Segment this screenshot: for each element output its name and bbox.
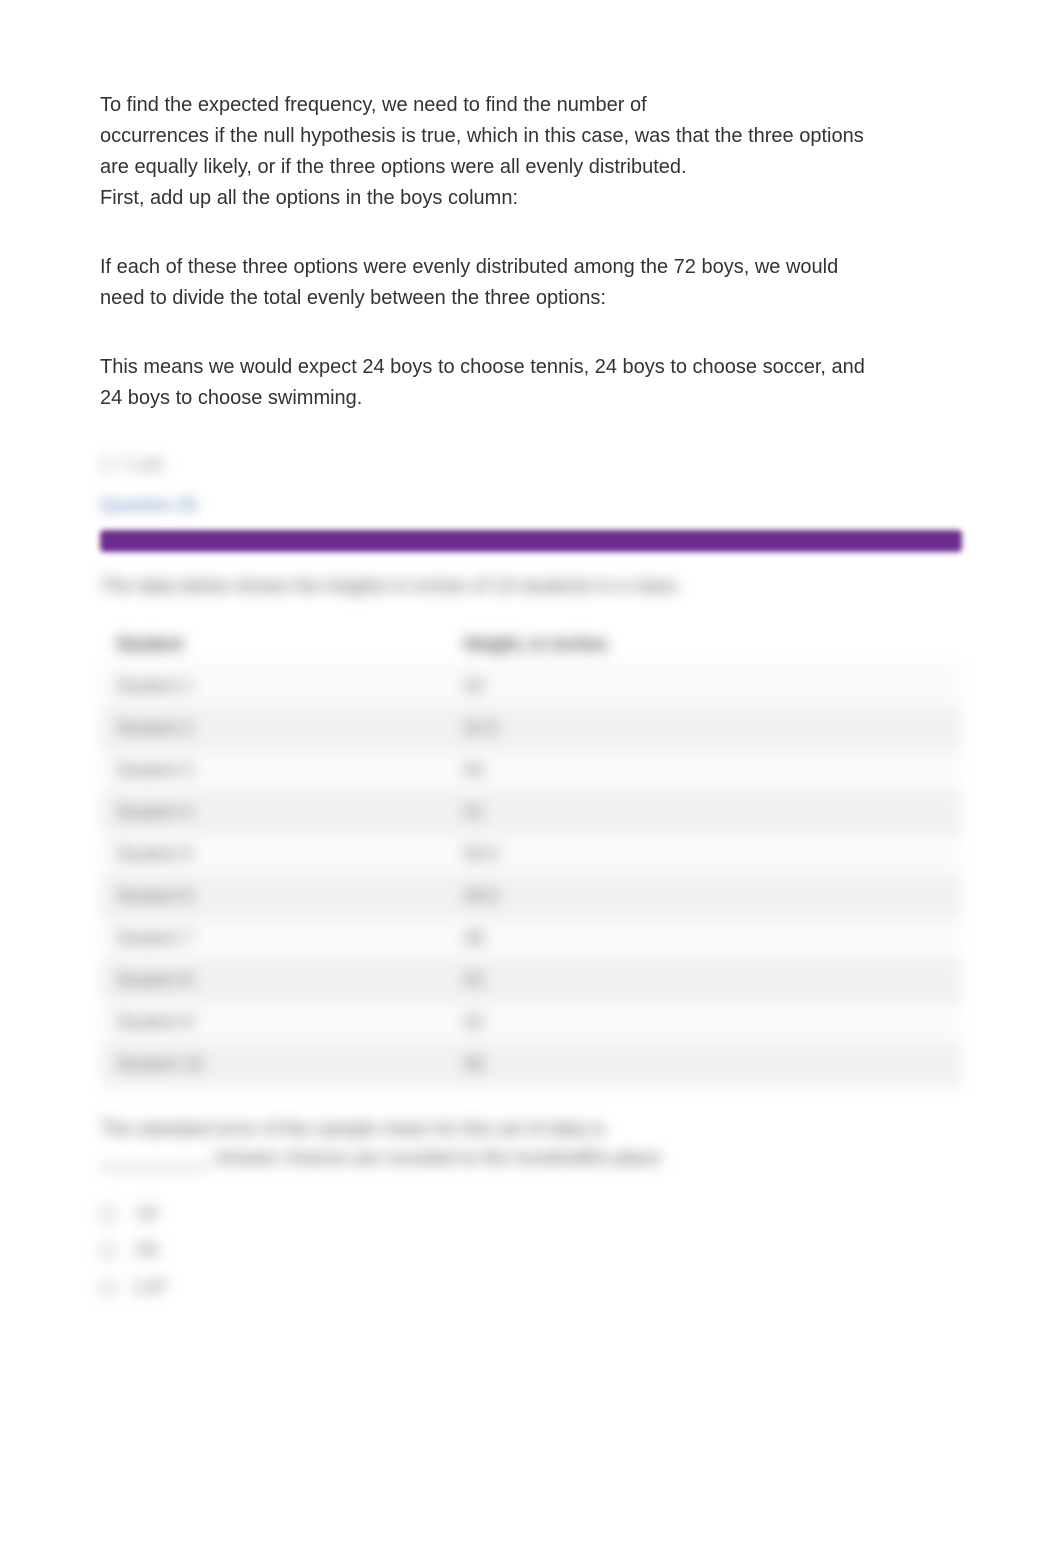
paragraph-1-line-1: To find the expected frequency, we need … <box>100 90 962 121</box>
table-cell: 50 <box>448 1044 962 1086</box>
heights-table: Student Height, in inches Student 153Stu… <box>100 624 962 1086</box>
table-cell: 48 <box>448 918 962 960</box>
table-cell: Student 5 <box>100 834 448 876</box>
question-prompt: The standard error of the sample mean fo… <box>100 1116 962 1173</box>
blurred-question-section: The data below shows the heights in inch… <box>100 576 962 1306</box>
table-row: Student 748 <box>100 918 962 960</box>
table-cell: Student 4 <box>100 792 448 834</box>
radio-icon[interactable] <box>100 1280 116 1296</box>
table-cell: Student 10 <box>100 1044 448 1086</box>
answer-option[interactable]: .19 <box>100 1195 962 1232</box>
paragraph-2-line-1: If each of these three options were even… <box>100 252 962 283</box>
answer-options: .19 .59 1.87 <box>100 1195 962 1306</box>
paragraph-3-line-1: This means we would expect 24 boys to ch… <box>100 352 962 383</box>
question-link: Question 20 <box>100 495 962 516</box>
paragraph-3-line-2: 24 boys to choose swimming. <box>100 383 962 414</box>
answer-option[interactable]: .59 <box>100 1232 962 1269</box>
table-row: Student 354 <box>100 750 962 792</box>
table-cell: 52 <box>448 1002 962 1044</box>
table-cell: 53 <box>448 666 962 708</box>
table-cell: 50.5 <box>448 834 962 876</box>
table-row: Student 649.5 <box>100 876 962 918</box>
table-header-height: Height, in inches <box>448 624 962 666</box>
table-cell: 52.5 <box>448 708 962 750</box>
question-header-bar <box>100 530 962 552</box>
table-row: Student 252.5 <box>100 708 962 750</box>
table-cell: Student 1 <box>100 666 448 708</box>
table-cell: Student 2 <box>100 708 448 750</box>
option-label: .59 <box>132 1240 157 1261</box>
points-line: 1 / 1 pts <box>100 454 962 475</box>
explanation-block: To find the expected frequency, we need … <box>100 90 962 414</box>
table-row: Student 451 <box>100 792 962 834</box>
table-cell: Student 9 <box>100 1002 448 1044</box>
table-row: Student 1050 <box>100 1044 962 1086</box>
option-label: 1.87 <box>132 1277 167 1298</box>
paragraph-1-line-2: occurrences if the null hypothesis is tr… <box>100 121 962 152</box>
table-cell: 54 <box>448 750 962 792</box>
paragraph-1-line-4: First, add up all the options in the boy… <box>100 183 962 214</box>
radio-icon[interactable] <box>100 1243 116 1259</box>
table-row: Student 153 <box>100 666 962 708</box>
table-cell: Student 6 <box>100 876 448 918</box>
table-row: Student 952 <box>100 1002 962 1044</box>
table-cell: Student 7 <box>100 918 448 960</box>
paragraph-1-line-3: are equally likely, or if the three opti… <box>100 152 962 183</box>
prompt-line-1: The standard error of the sample mean fo… <box>100 1116 962 1145</box>
prompt-line-2: __________. Answer choices are rounded t… <box>100 1145 962 1174</box>
table-cell: Student 8 <box>100 960 448 1002</box>
table-row: Student 550.5 <box>100 834 962 876</box>
paragraph-2-line-2: need to divide the total evenly between … <box>100 283 962 314</box>
radio-icon[interactable] <box>100 1206 116 1222</box>
table-cell: Student 3 <box>100 750 448 792</box>
table-cell: 49.5 <box>448 876 962 918</box>
table-row: Student 853 <box>100 960 962 1002</box>
table-cell: 51 <box>448 792 962 834</box>
answer-option[interactable]: 1.87 <box>100 1269 962 1306</box>
table-cell: 53 <box>448 960 962 1002</box>
table-header-student: Student <box>100 624 448 666</box>
option-label: .19 <box>132 1203 157 1224</box>
question-intro: The data below shows the heights in inch… <box>100 576 962 598</box>
